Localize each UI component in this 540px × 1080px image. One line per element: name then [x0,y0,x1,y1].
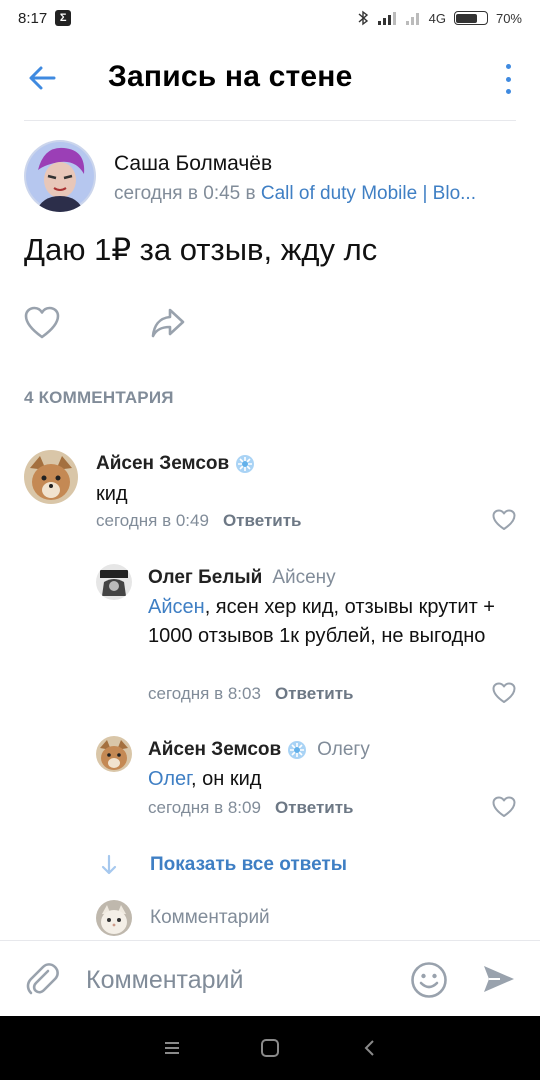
signal-secondary-icon [405,13,419,25]
heart-icon[interactable] [492,509,516,531]
heart-icon[interactable] [492,682,516,704]
mention-link[interactable]: Олег [148,768,191,790]
comment-text: кид [96,483,128,505]
post-time: сегодня в 0:45 в [114,183,261,204]
reply-to[interactable]: Олегу [317,739,370,761]
status-time: 8:17 [18,9,48,27]
reply-to[interactable]: Айсену [272,567,335,589]
status-bar: 8:17 Σ 4G 70% [0,0,540,36]
arrow-left-icon[interactable] [24,60,60,96]
comment-author: Айсен Земсов Олегу [148,739,370,761]
comment-time: сегодня в 0:49 [96,511,209,530]
comment-meta: сегодня в 8:03 Ответить [148,684,354,704]
comment-time: сегодня в 8:03 [148,684,261,703]
comment-avatar[interactable] [96,564,132,600]
verified-icon [236,455,255,473]
emoji-icon[interactable] [410,961,448,999]
comment-author-name[interactable]: Айсен Земсов [96,453,229,475]
reply-button[interactable]: Ответить [275,684,354,703]
reply-button[interactable]: Ответить [223,511,302,530]
comment-avatar[interactable] [24,450,78,504]
current-user-avatar [96,900,132,936]
share-icon[interactable] [150,306,186,340]
paperclip-icon[interactable] [24,961,60,997]
comments-count: 4 КОММЕНТАРИЯ [24,388,174,407]
home-icon[interactable] [258,1036,282,1060]
status-indicators: 4G 70% [357,10,522,26]
post-group-link[interactable]: Call of duty Mobile | Blo... [261,183,476,204]
comment-body: , он кид [190,768,262,790]
bluetooth-icon [358,10,368,26]
heart-icon[interactable] [24,306,60,340]
comment-input-bar [0,940,540,1016]
comment-text: Олег, он кид [148,765,261,794]
post-meta: сегодня в 0:45 в Call of duty Mobile | B… [114,183,514,205]
network-type: 4G [428,10,446,26]
comment-time: сегодня в 8:09 [148,798,261,817]
comment-author-name[interactable]: Олег Белый [148,567,262,589]
post-text: Даю 1₽ за отзыв, жду лс [24,232,378,267]
reply-placeholder: Комментарий [150,907,270,928]
comment-meta: сегодня в 0:49 Ответить [96,511,302,531]
reply-comment-row[interactable]: Комментарий [96,900,270,936]
system-navigation-bar [0,1016,540,1080]
heart-icon[interactable] [492,796,516,818]
send-icon[interactable] [482,963,516,995]
verified-icon [288,741,307,759]
post-author-name[interactable]: Саша Болмачёв [114,152,272,176]
header-divider [24,120,516,121]
comment-author: Олег Белый Айсену [148,567,336,589]
battery-fill [456,13,477,23]
post-author-avatar[interactable] [24,140,96,212]
comment-input[interactable] [86,963,386,997]
show-all-replies-button[interactable]: Показать все ответы [100,854,347,876]
signal-icon [377,12,396,25]
comment-text: Айсен, ясен хер кид, отзывы крутит + 100… [148,593,518,651]
mention-link[interactable]: Айсен [148,596,205,618]
show-all-replies-label: Показать все ответы [150,854,347,875]
reply-button[interactable]: Ответить [275,798,354,817]
comment-avatar[interactable] [96,736,132,772]
back-nav-icon[interactable] [358,1036,382,1060]
comment-meta: сегодня в 8:09 Ответить [148,798,354,818]
page-title: Запись на стене [108,60,353,93]
comment-author-name[interactable]: Айсен Земсов [148,739,281,761]
app-notification-icon: Σ [55,10,72,26]
arrow-down-icon [101,854,117,875]
menu-icon[interactable] [160,1036,184,1060]
more-vertical-icon[interactable] [502,64,514,94]
battery-icon [453,11,488,25]
app-header: Запись на стене [0,42,540,114]
comment-author: Айсен Земсов [96,453,255,475]
battery-percent: 70% [495,10,522,26]
